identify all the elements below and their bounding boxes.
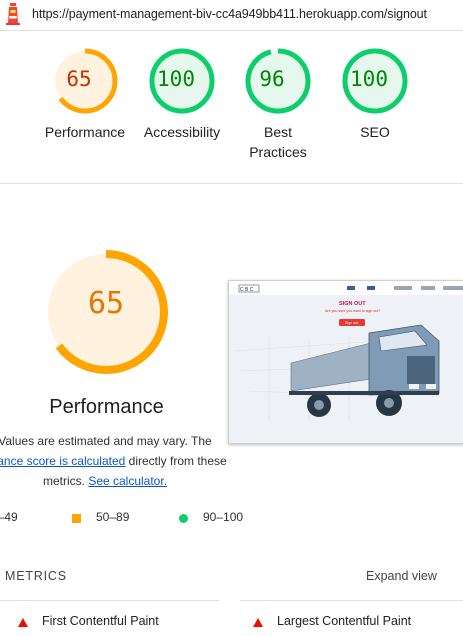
performance-score-large: 65 xyxy=(87,286,125,321)
score-value: 100 xyxy=(350,67,388,91)
metric-largest-contentful-paint: Largest Contentful Paint xyxy=(277,614,412,628)
lighthouse-icon xyxy=(6,3,20,25)
desc-text-2: directly from these xyxy=(128,454,227,468)
metrics-divider-left xyxy=(0,600,219,601)
section-divider xyxy=(0,183,463,184)
screenshot-heading: SIGN OUT xyxy=(339,301,366,307)
average-square-icon xyxy=(72,514,81,523)
score-gauge-seo[interactable]: 100 SEO xyxy=(335,47,415,140)
legend-pass-range: 90–100 xyxy=(203,510,244,524)
metric-first-contentful-paint: First Contentful Paint xyxy=(42,614,159,628)
page-url[interactable]: https://payment-management-biv-cc4a949bb… xyxy=(32,7,427,21)
score-gauge-best-practices[interactable]: 96 Best Practices xyxy=(238,47,318,160)
desc-text-3: metrics. xyxy=(42,474,85,488)
performance-title: Performance xyxy=(49,396,164,418)
score-label: Accessibility xyxy=(143,124,221,140)
score-label: SEO xyxy=(360,124,390,140)
screenshot-illustration: C B C SIGN OUT Are you sure you want to … xyxy=(229,281,463,443)
metrics-divider-right xyxy=(240,600,463,601)
pass-circle-icon xyxy=(179,514,188,523)
legend-average-range: 50–89 xyxy=(96,510,130,524)
performance-description: Values are estimated and may vary. The r… xyxy=(0,431,250,491)
page-screenshot[interactable]: C B C SIGN OUT Are you sure you want to … xyxy=(228,280,463,444)
screenshot-question: Are you sure you want to sign out? xyxy=(325,309,380,313)
metrics-header: METRICS xyxy=(5,569,67,583)
score-gauge-accessibility[interactable]: 100 Accessibility xyxy=(142,47,222,140)
score-calculated-link[interactable]: rmance score is calculated xyxy=(0,454,125,468)
score-gauge-performance[interactable]: 65 Performance xyxy=(45,47,125,140)
expand-view-toggle[interactable]: Expand view xyxy=(366,569,437,583)
legend-fail-range: 0–49 xyxy=(0,510,18,524)
score-value: 96 xyxy=(259,67,285,91)
desc-text-1: Values are estimated and may vary. The xyxy=(0,434,212,448)
screenshot-button: Sign out xyxy=(345,321,358,325)
fail-triangle-icon xyxy=(253,618,263,627)
url-bar: https://payment-management-biv-cc4a949bb… xyxy=(0,0,463,31)
score-value: 65 xyxy=(66,67,92,91)
see-calculator-link[interactable]: See calculator. xyxy=(88,474,167,488)
fail-triangle-icon xyxy=(18,618,28,627)
screenshot-nav-logo: C B C xyxy=(240,287,254,293)
score-value: 100 xyxy=(157,67,195,91)
